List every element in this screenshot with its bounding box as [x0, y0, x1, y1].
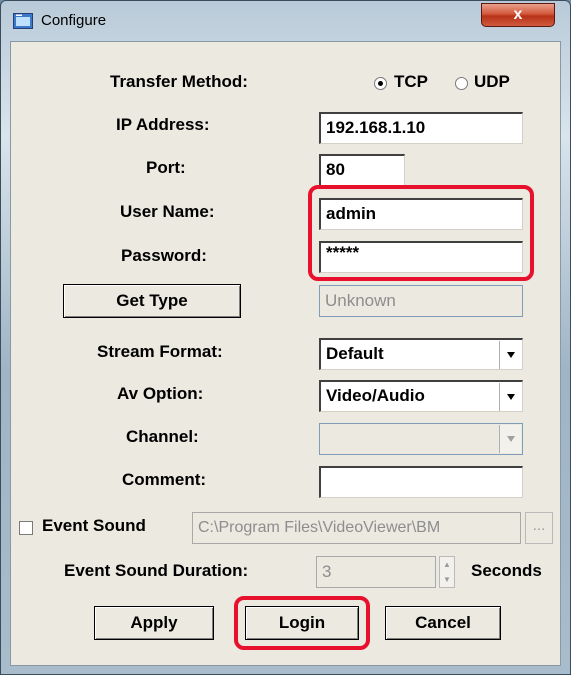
tcp-radio-label[interactable]: TCP: [394, 72, 428, 92]
transfer-method-label: Transfer Method:: [110, 72, 248, 91]
dialog-body: Transfer Method: TCP UDP IP Address: 192…: [10, 41, 561, 666]
port-label: Port:: [146, 158, 186, 177]
login-highlight: [234, 596, 370, 650]
seconds-label: Seconds: [471, 561, 542, 580]
close-button[interactable]: x: [481, 3, 555, 27]
configure-window: Configure x Transfer Method: TCP UDP IP …: [0, 0, 571, 675]
credentials-highlight: [308, 185, 534, 281]
av-option-value: Video/Audio: [326, 386, 425, 405]
comment-field[interactable]: [319, 466, 523, 498]
chevron-down-icon[interactable]: [499, 341, 521, 369]
stream-format-select[interactable]: Default: [319, 338, 523, 370]
ip-address-field[interactable]: 192.168.1.10: [319, 112, 523, 144]
password-label: Password:: [121, 246, 207, 265]
event-sound-duration-label: Event Sound Duration:: [64, 561, 249, 580]
channel-label: Channel:: [126, 427, 199, 446]
title-bar[interactable]: Configure x: [1, 1, 570, 41]
apply-button[interactable]: Apply: [94, 606, 214, 640]
window-title: Configure: [41, 12, 107, 29]
browse-button: ...: [525, 512, 553, 544]
av-option-select[interactable]: Video/Audio: [319, 380, 523, 412]
udp-radio[interactable]: [455, 77, 468, 90]
cancel-button[interactable]: Cancel: [385, 606, 501, 640]
udp-radio-label[interactable]: UDP: [474, 72, 510, 92]
user-name-label: User Name:: [120, 202, 215, 221]
chevron-down-icon: [499, 425, 521, 453]
app-icon: [13, 13, 33, 29]
stream-format-value: Default: [326, 344, 384, 363]
av-option-label: Av Option:: [117, 384, 204, 403]
spin-down-icon: ▼: [443, 575, 451, 584]
comment-label: Comment:: [122, 470, 207, 489]
duration-spinner: ▲ ▼: [439, 556, 455, 588]
event-sound-label[interactable]: Event Sound: [42, 516, 146, 536]
get-type-button[interactable]: Get Type: [63, 284, 241, 318]
channel-select: [319, 423, 523, 455]
chevron-down-icon[interactable]: [499, 383, 521, 411]
event-sound-duration-field: 3: [316, 556, 436, 588]
event-sound-checkbox[interactable]: [19, 521, 33, 535]
spin-up-icon: ▲: [443, 560, 451, 569]
tcp-radio[interactable]: [374, 77, 387, 90]
port-field[interactable]: 80: [319, 154, 405, 186]
stream-format-label: Stream Format:: [97, 342, 223, 361]
event-sound-path-field: C:\Program Files\VideoViewer\BM: [192, 512, 521, 544]
device-type-field: Unknown: [319, 285, 523, 317]
close-icon: x: [513, 6, 523, 23]
ip-address-label: IP Address:: [116, 115, 210, 134]
